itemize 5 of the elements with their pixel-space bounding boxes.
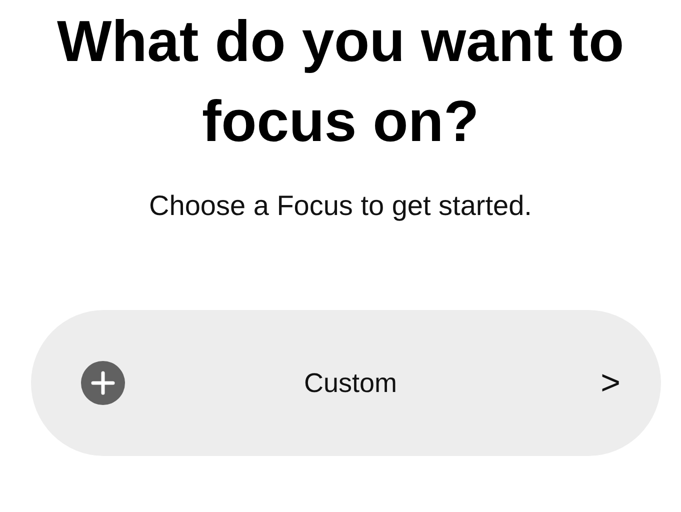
chevron-icon: >	[600, 364, 620, 402]
add-icon	[80, 361, 124, 405]
custom-focus-button[interactable]: Custom >	[30, 310, 660, 456]
subtitle: Choose a Focus to get started.	[149, 190, 532, 222]
page-title: What do you want to focus on?	[56, 8, 626, 156]
